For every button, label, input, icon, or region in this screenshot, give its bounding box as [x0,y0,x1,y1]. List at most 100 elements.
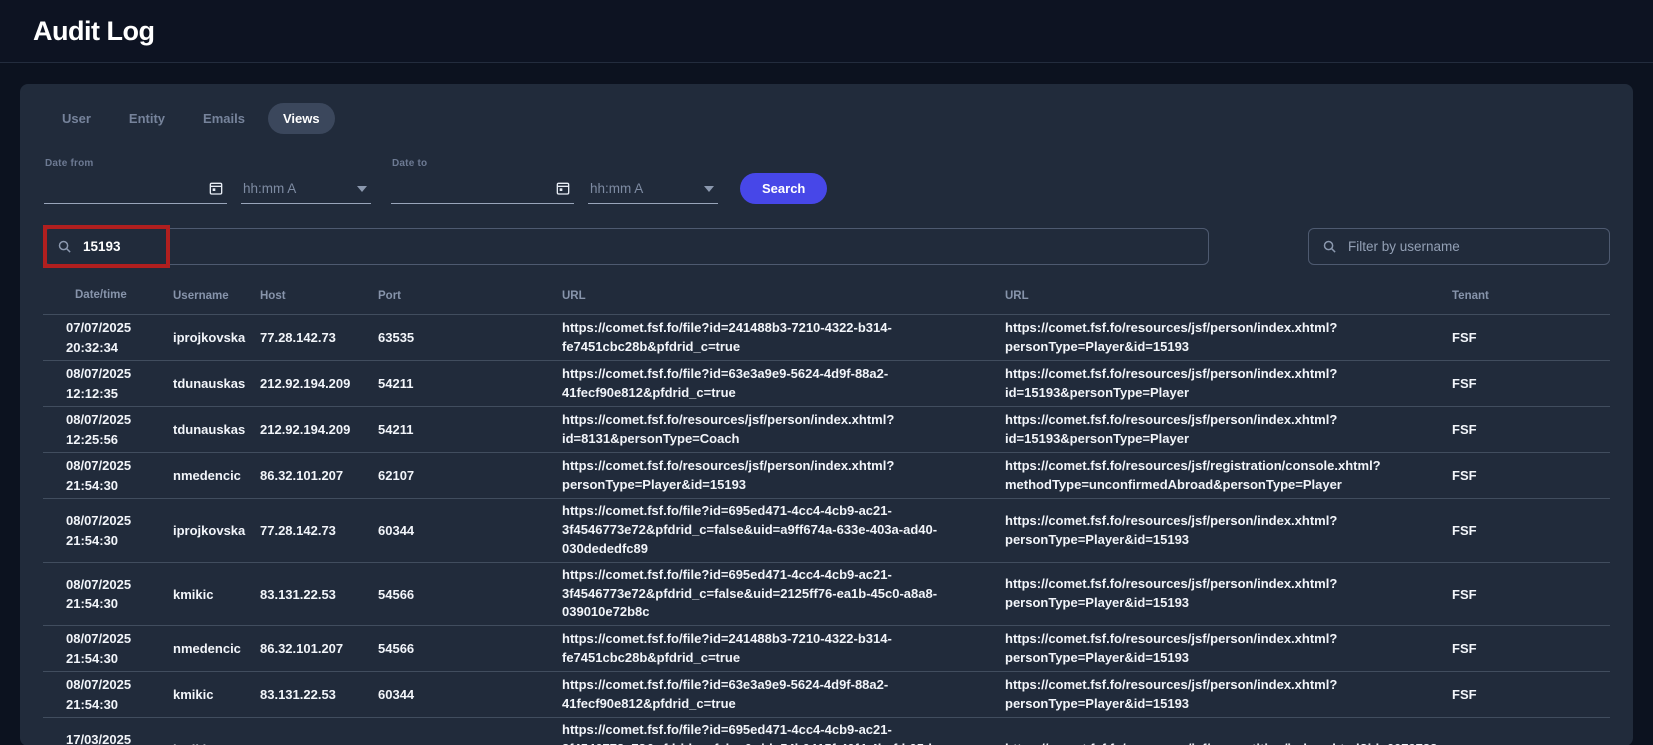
cell-tenant: FSF [1452,641,1610,656]
cell-port: 63535 [378,330,562,345]
cell-host: 86.32.101.207 [260,468,378,483]
column-header-url2: URL [1005,290,1452,302]
date-from-input[interactable] [44,175,227,203]
cell-port: 54211 [378,422,562,437]
cell-port: 60344 [378,523,562,538]
chevron-down-icon[interactable] [704,186,714,192]
cell-url2: https://comet.fsf.fo/resources/jsf/compe… [1005,740,1452,745]
tab-emails[interactable]: Emails [188,103,260,134]
cell-username: kmikic [173,687,260,702]
cell-port: 54566 [378,641,562,656]
column-header-host: Host [260,290,378,302]
table-row: 08/07/202521:54:30kmikic83.131.22.535456… [43,562,1610,626]
time-from-input[interactable] [241,175,371,203]
table-row: 08/07/202521:54:30kmikic83.131.22.536034… [43,671,1610,717]
table-row: 08/07/202521:54:30nmedencic86.32.101.207… [43,452,1610,498]
cell-port: 62107 [378,468,562,483]
filter-row: Date from Date to Search [44,158,1610,204]
time-to-field [588,175,718,204]
cell-username: iprojkovska [173,523,260,538]
cell-username: tdunauskas [173,422,260,437]
table-row: 07/07/202520:32:34iprojkovska77.28.142.7… [43,314,1610,360]
cell-datetime: 08/07/202521:54:30 [43,456,173,495]
cell-datetime: 07/07/202520:32:34 [43,318,173,357]
cell-port: 54566 [378,587,562,602]
date-to-input[interactable] [391,175,574,203]
calendar-icon[interactable] [555,180,571,196]
time-to-input[interactable] [588,175,718,203]
cell-url1: https://comet.fsf.fo/file?id=695ed471-4c… [562,566,1005,623]
cell-datetime: 08/07/202512:12:35 [43,364,173,403]
tab-user[interactable]: User [47,103,106,134]
date-from-field: Date from [44,175,227,204]
cell-url1: https://comet.fsf.fo/file?id=241488b3-72… [562,630,1005,668]
cell-url1: https://comet.fsf.fo/file?id=695ed471-4c… [562,721,1005,745]
cell-url1: https://comet.fsf.fo/file?id=241488b3-72… [562,319,1005,357]
tab-views[interactable]: Views [268,103,335,134]
cell-url1: https://comet.fsf.fo/file?id=63e3a9e9-56… [562,365,1005,403]
cell-tenant: FSF [1452,687,1610,702]
cell-url1: https://comet.fsf.fo/file?id=695ed471-4c… [562,502,1005,559]
cell-username: iprojkovska [173,330,260,345]
cell-datetime: 08/07/202521:54:30 [43,575,173,614]
date-to-label: Date to [392,158,427,169]
column-header-url1: URL [562,290,1005,302]
cell-host: 83.131.22.53 [260,687,378,702]
time-from-field [241,175,371,204]
cell-tenant: FSF [1452,523,1610,538]
cell-datetime: 08/07/202512:25:56 [43,410,173,449]
cell-url2: https://comet.fsf.fo/resources/jsf/perso… [1005,630,1452,668]
column-header-port: Port [378,290,562,302]
cell-datetime: 17/03/202518:07:14 [43,730,173,745]
cell-url2: https://comet.fsf.fo/resources/jsf/perso… [1005,512,1452,550]
cell-port: 54211 [378,376,562,391]
cell-host: 77.28.142.73 [260,330,378,345]
search-icon [1322,239,1337,254]
cell-port: 60344 [378,687,562,702]
column-header-datetime: Date/time [43,287,173,304]
cell-url2: https://comet.fsf.fo/resources/jsf/perso… [1005,319,1452,357]
audit-log-panel: User Entity Emails Views Date from Date … [20,84,1633,745]
query-input-box [43,228,1209,265]
calendar-icon[interactable] [208,180,224,196]
cell-tenant: FSF [1452,468,1610,483]
username-filter-box [1308,228,1610,265]
cell-url2: https://comet.fsf.fo/resources/jsf/regis… [1005,457,1452,495]
date-from-label: Date from [45,158,93,169]
table-row: 08/07/202521:54:30nmedencic86.32.101.207… [43,625,1610,671]
cell-url1: https://comet.fsf.fo/file?id=63e3a9e9-56… [562,676,1005,714]
cell-username: kmikic [173,587,260,602]
cell-datetime: 08/07/202521:54:30 [43,629,173,668]
query-input-wrap [43,228,1209,265]
table-header-row: Date/time Username Host Port URL URL Ten… [43,278,1610,314]
cell-host: 83.131.22.53 [260,587,378,602]
chevron-down-icon[interactable] [357,186,367,192]
cell-host: 212.92.194.209 [260,376,378,391]
cell-host: 86.32.101.207 [260,641,378,656]
cell-datetime: 08/07/202521:54:30 [43,511,173,550]
cell-url1: https://comet.fsf.fo/resources/jsf/perso… [562,457,1005,495]
cell-username: nmedencic [173,468,260,483]
cell-tenant: FSF [1452,376,1610,391]
table-row: 08/07/202512:25:56tdunauskas212.92.194.2… [43,406,1610,452]
column-header-username: Username [173,290,260,302]
table-row: 08/07/202512:12:35tdunauskas212.92.194.2… [43,360,1610,406]
table-row: 08/07/202521:54:30iprojkovska77.28.142.7… [43,498,1610,562]
table-body: 07/07/202520:32:34iprojkovska77.28.142.7… [43,314,1610,745]
date-to-field: Date to [391,175,574,204]
tab-bar: User Entity Emails Views [47,84,1610,134]
cell-datetime: 08/07/202521:54:30 [43,675,173,714]
cell-url2: https://comet.fsf.fo/resources/jsf/perso… [1005,575,1452,613]
cell-tenant: FSF [1452,330,1610,345]
search-row [43,228,1610,265]
username-filter-input[interactable] [1348,239,1596,254]
cell-tenant: FSF [1452,422,1610,437]
query-input[interactable] [83,239,1195,254]
cell-username: nmedencic [173,641,260,656]
tab-entity[interactable]: Entity [114,103,180,134]
search-icon [57,239,72,254]
search-button[interactable]: Search [740,173,827,204]
cell-host: 77.28.142.73 [260,523,378,538]
cell-url2: https://comet.fsf.fo/resources/jsf/perso… [1005,676,1452,714]
cell-host: 212.92.194.209 [260,422,378,437]
